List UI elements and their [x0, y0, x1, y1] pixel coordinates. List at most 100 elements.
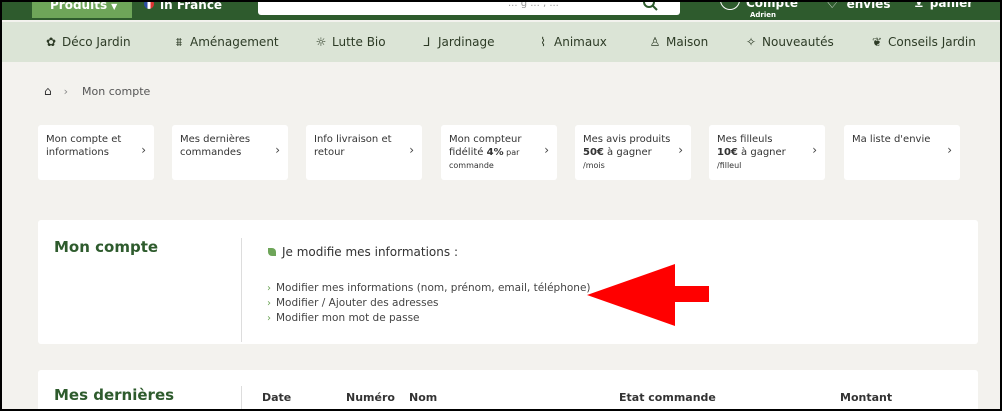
nav-item-label: Maison	[666, 35, 709, 49]
card-highlight: 4%	[486, 147, 504, 158]
divider	[241, 238, 242, 342]
nav-item-amenagement[interactable]: ⩩ Aménagement	[172, 35, 279, 50]
divider	[241, 386, 242, 409]
link-edit-addresses[interactable]: › Modifier / Ajouter des adresses	[267, 297, 591, 310]
nav-item-label: Animaux	[554, 35, 607, 49]
card-line: Mon compteur	[449, 134, 522, 145]
wishlist-label: envies	[846, 0, 891, 11]
column-header-montant[interactable]: Montant	[840, 391, 892, 404]
card-line: Mes dernières	[180, 134, 251, 145]
nav-item-deco-jardin[interactable]: ✿ Déco Jardin	[44, 35, 131, 49]
chevron-right-icon: ›	[63, 85, 69, 98]
sparkle-icon: ✧	[745, 35, 757, 49]
breadcrumb-current: Mon compte	[82, 85, 151, 98]
column-header-date[interactable]: Date	[262, 391, 291, 404]
account-label: Compte	[746, 0, 799, 10]
card-line: commandes	[180, 147, 242, 158]
cart-button[interactable]: ⊻ panier	[914, 0, 973, 10]
nav-item-animaux[interactable]: ⌇ Animaux	[536, 35, 607, 49]
products-menu-button[interactable]: Produits ▼	[32, 0, 132, 18]
card-line: Mes filleuls	[717, 134, 773, 145]
search-placeholder: ... g ... , ...	[508, 0, 559, 9]
link-text: Modifier mon mot de passe	[276, 312, 420, 324]
card-line: retour	[314, 147, 345, 158]
annotation-arrow-icon	[587, 264, 709, 326]
cart-icon: ⊻	[914, 0, 924, 10]
leaf-book-icon: ❦	[871, 35, 883, 49]
panel-title: Mon compte	[54, 238, 159, 256]
nav-item-label: Déco Jardin	[62, 35, 131, 49]
breadcrumb: ⌂ › Mon compte	[44, 84, 150, 98]
chevron-right-icon: ›	[267, 283, 271, 294]
account-button[interactable]: Compte Adrien	[720, 0, 799, 19]
tools-icon: ⅃	[423, 35, 431, 49]
section-subtitle: Je modifie mes informations :	[268, 245, 458, 259]
link-text: Modifier / Ajouter des adresses	[276, 297, 439, 309]
account-username: Adrien	[750, 11, 777, 19]
nav-item-maison[interactable]: ♙ Maison	[648, 35, 709, 49]
top-bar: Produits ▼ in France ... g ... , ... Comp…	[2, 0, 1000, 20]
country-selector[interactable]: in France	[144, 0, 223, 12]
country-label: in France	[160, 0, 223, 12]
page-frame: Produits ▼ in France ... g ... , ... Comp…	[0, 0, 1002, 411]
card-mon-compte[interactable]: Mon compte et informations ›	[38, 125, 154, 180]
card-compteur-fidelite[interactable]: Mon compteur fidélité 4% par commande ›	[441, 125, 557, 180]
wishlist-button[interactable]: ♡ envies	[826, 0, 891, 12]
nav-item-label: Conseils Jardin	[888, 35, 976, 49]
nav-item-label: Aménagement	[190, 35, 279, 49]
card-info-livraison[interactable]: Info livraison et retour ›	[306, 125, 422, 180]
category-nav: ✿ Déco Jardin ⩩ Aménagement ☼ Lutte Bio ⅃ Ja…	[2, 22, 1000, 62]
card-small: commande	[449, 161, 494, 170]
feather-icon: ⌇	[540, 35, 546, 49]
search-input[interactable]: ... g ... , ...	[258, 0, 680, 15]
card-small: /mois	[583, 161, 605, 170]
card-small: /filleul	[717, 161, 742, 170]
products-label: Produits	[50, 0, 108, 12]
card-dernieres-commandes[interactable]: Mes dernières commandes ›	[172, 125, 288, 180]
chevron-right-icon: ›	[275, 143, 280, 157]
card-small: par	[503, 148, 520, 157]
card-text: à gagner	[737, 147, 786, 158]
subtitle-text: Je modifie mes informations :	[282, 245, 458, 259]
nav-item-conseils-jardin[interactable]: ❦ Conseils Jardin	[870, 35, 976, 49]
orders-panel: Mes dernières Date Numéro Nom Etat comma…	[38, 370, 978, 409]
card-filleuls[interactable]: Mes filleuls 10€ à gagner /filleul ›	[709, 125, 825, 180]
user-icon	[720, 2, 740, 10]
chevron-right-icon: ›	[409, 143, 414, 157]
card-highlight: 10€	[717, 147, 738, 158]
account-links: › Modifier mes informations (nom, prénom,…	[267, 282, 591, 327]
nav-item-label: Lutte Bio	[332, 35, 386, 49]
card-text: fidélité	[449, 147, 487, 158]
chevron-right-icon: ›	[812, 143, 817, 157]
nav-item-nouveautes[interactable]: ✧ Nouveautés	[744, 35, 834, 49]
panel-title: Mes dernières	[54, 386, 175, 404]
card-liste-envie[interactable]: Ma liste d'envie ›	[844, 125, 960, 180]
account-panel: Mon compte Je modifie mes informations :…	[38, 220, 978, 344]
card-line: informations	[46, 147, 109, 158]
column-header-numero[interactable]: Numéro	[346, 391, 395, 404]
column-header-etat[interactable]: Etat commande	[619, 391, 716, 404]
nav-item-label: Jardinage	[438, 35, 495, 49]
link-edit-info[interactable]: › Modifier mes informations (nom, prénom,…	[267, 282, 591, 295]
flag-icon	[144, 2, 154, 9]
chevron-right-icon: ›	[544, 143, 549, 157]
chevron-right-icon: ›	[141, 143, 146, 157]
chevron-right-icon: ›	[947, 143, 952, 157]
fence-icon: ⩩	[175, 35, 183, 49]
card-line: Ma liste d'envie	[852, 134, 931, 145]
link-text: Modifier mes informations (nom, prénom, …	[276, 282, 591, 294]
flower-icon: ✿	[45, 35, 57, 49]
nav-item-jardinage[interactable]: ⅃ Jardinage	[420, 35, 495, 49]
chevron-right-icon: ›	[678, 143, 683, 157]
home-icon[interactable]: ⌂	[44, 84, 52, 98]
nav-item-label: Nouveautés	[762, 35, 834, 49]
card-line: Mon compte et	[46, 134, 122, 145]
nav-item-lutte-bio[interactable]: ☼ Lutte Bio	[314, 35, 386, 49]
search-icon[interactable]	[642, 2, 672, 13]
bottle-icon: ♙	[649, 35, 661, 49]
leaf-icon	[268, 248, 276, 256]
link-edit-password[interactable]: › Modifier mon mot de passe	[267, 312, 591, 325]
column-header-nom[interactable]: Nom	[409, 391, 437, 404]
chevron-down-icon: ▼	[111, 2, 118, 11]
card-avis-produits[interactable]: Mes avis produits 50€ à gagner /mois ›	[575, 125, 691, 180]
